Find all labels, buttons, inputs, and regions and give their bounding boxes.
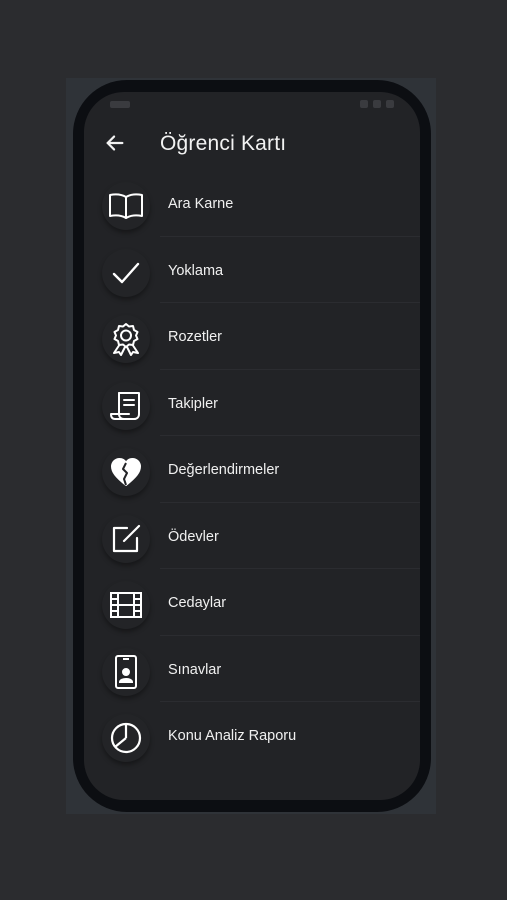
status-icons [360, 100, 394, 108]
arrow-left-icon [106, 135, 124, 151]
app-bar: Öğrenci Kartı [84, 120, 420, 168]
menu-item-ara-karne[interactable]: Ara Karne [84, 170, 420, 237]
icon-badge [102, 647, 150, 696]
menu-item-sinavlar[interactable]: Sınavlar [84, 636, 420, 702]
phone-profile-icon [115, 654, 137, 689]
menu-item-label: Sınavlar [168, 661, 222, 678]
heart-half-icon [111, 458, 141, 486]
menu-item-label: Değerlendirmeler [168, 462, 280, 478]
edit-square-icon [112, 524, 141, 552]
menu-item-label: Yoklama [168, 262, 224, 279]
status-bar [84, 92, 420, 118]
icon-badge [102, 514, 150, 563]
wifi-icon [373, 100, 381, 108]
menu-item-yoklama[interactable]: Yoklama [84, 237, 420, 303]
phone-screen: Öğrenci Kartı Ara Karne Yoklama Rozetler… [84, 92, 420, 800]
battery-icon [386, 100, 394, 108]
icon-badge [102, 315, 150, 363]
menu-item-label: Cedaylar [168, 595, 227, 611]
menu-item-label: Ödevler [168, 528, 219, 545]
menu-item-konu-analiz-raporu[interactable]: Konu Analiz Raporu [84, 702, 420, 769]
menu-item-cedaylar[interactable]: Cedaylar [84, 569, 420, 636]
menu-item-takipler[interactable]: Takipler [84, 370, 420, 436]
menu-item-odevler[interactable]: Ödevler [84, 503, 420, 569]
open-book-icon [109, 193, 143, 219]
icon-badge [102, 381, 150, 430]
film-icon [110, 592, 142, 618]
icon-badge [102, 248, 150, 297]
icon-badge [102, 448, 150, 496]
status-time-placeholder [110, 101, 130, 108]
award-ribbon-icon [113, 323, 139, 356]
menu-item-label: Rozetler [168, 329, 222, 345]
icon-badge [102, 714, 150, 762]
menu-list: Ara Karne Yoklama Rozetler Takipler Değe… [84, 170, 420, 769]
checkmark-icon [112, 262, 140, 283]
back-button[interactable] [102, 130, 128, 156]
menu-item-label: Takipler [168, 395, 218, 412]
icon-badge [102, 182, 150, 230]
signal-icon [360, 100, 368, 108]
menu-item-rozetler[interactable]: Rozetler [84, 303, 420, 370]
page-title: Öğrenci Kartı [160, 132, 287, 155]
icon-badge [102, 581, 150, 629]
pie-chart-icon [110, 722, 142, 754]
menu-item-degerlendirmeler[interactable]: Değerlendirmeler [84, 436, 420, 503]
menu-item-label: Konu Analiz Raporu [168, 728, 297, 744]
menu-item-label: Ara Karne [168, 196, 234, 212]
receipt-icon [110, 391, 140, 420]
